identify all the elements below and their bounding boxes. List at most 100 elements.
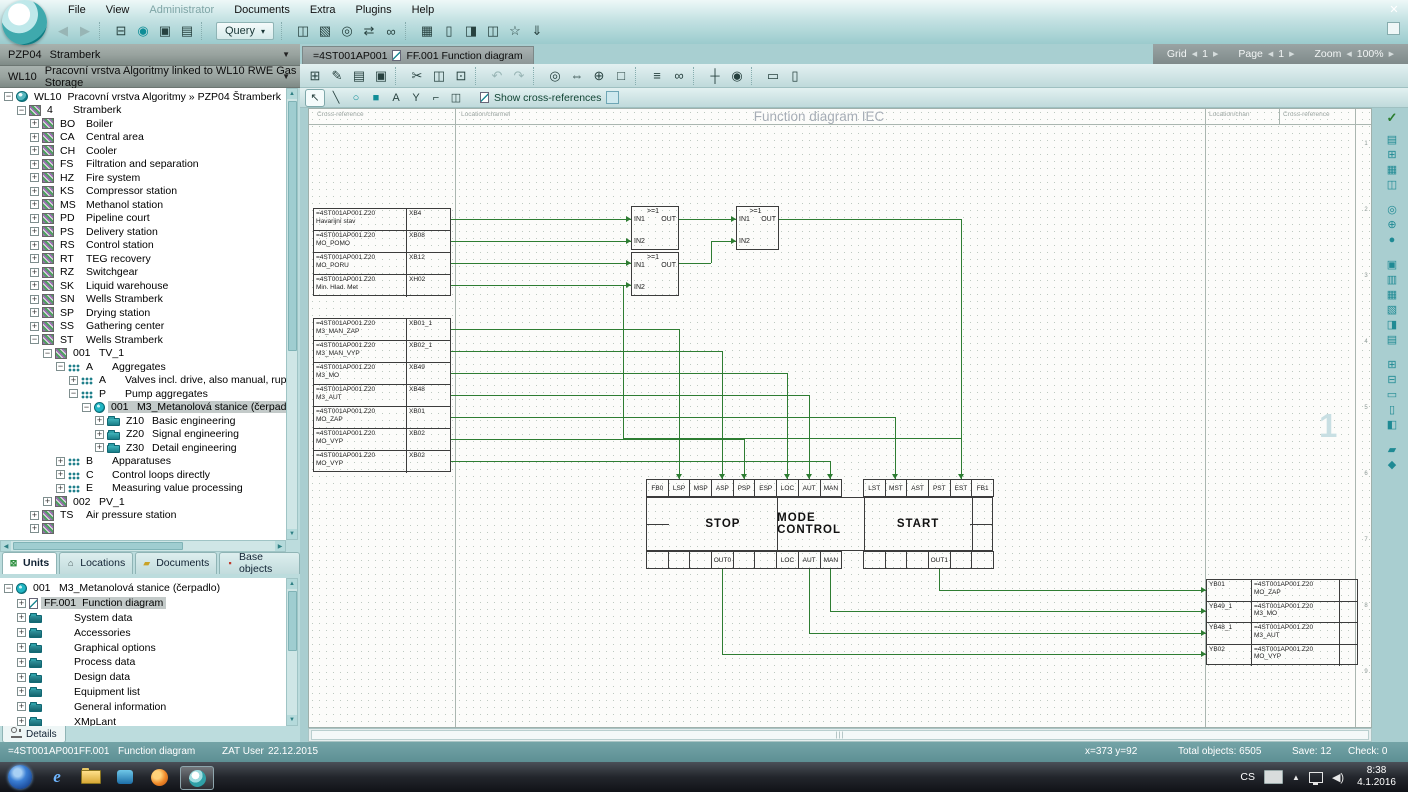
units-tree-item-z20[interactable]: +Z20Signal engineering	[0, 428, 286, 442]
side-plus-icon[interactable]: ⊞	[1384, 357, 1401, 372]
expand-icon[interactable]: +	[30, 322, 39, 331]
layers-tool-icon[interactable]: ◫	[447, 90, 465, 106]
expand-icon[interactable]: +	[30, 133, 39, 142]
taskbar-explorer-icon[interactable]	[78, 766, 104, 788]
document-tree-item-accessories[interactable]: +Accessories	[0, 625, 286, 640]
export-icon[interactable]: ⇓	[527, 21, 547, 41]
query-button[interactable]: Query▾	[216, 22, 274, 40]
clock[interactable]: 8:38 4.1.2016	[1357, 765, 1396, 789]
expand-icon[interactable]: +	[30, 254, 39, 263]
document-tree-scrollbar[interactable]: ▲▼	[286, 578, 298, 726]
side-diamond-icon[interactable]: ◆	[1384, 457, 1401, 472]
move-icon[interactable]: ┼	[705, 66, 725, 86]
menu-administrator[interactable]: Administrator	[141, 3, 222, 18]
connector-tool-icon[interactable]: Y	[407, 90, 425, 106]
globe-icon[interactable]: ◉	[133, 21, 153, 41]
output-signal-block[interactable]: YB01=4ST001AP001.Z20MO_ZAPYB49_1=4ST001A…	[1206, 579, 1358, 665]
pointer-tool-icon[interactable]: ↖	[305, 89, 325, 107]
units-tree-scrollbar[interactable]: ▲▼	[286, 88, 298, 540]
expand-icon[interactable]: +	[30, 214, 39, 223]
paste-icon[interactable]: ⊡	[451, 66, 471, 86]
units-tree-item-rt[interactable]: +RTTEG recovery	[0, 252, 286, 266]
copy-objects-icon[interactable]: ◫	[293, 21, 313, 41]
document-tree-item-ff001[interactable]: +FF.001Function diagram	[0, 596, 286, 611]
page-next-icon[interactable]: ▶	[1289, 50, 1294, 58]
scroll-right-icon[interactable]: ▶	[275, 541, 285, 551]
expand-icon[interactable]: +	[17, 613, 26, 622]
units-tree-item-4[interactable]: −4Stramberk	[0, 104, 286, 118]
language-indicator[interactable]: CS	[1240, 771, 1255, 783]
units-tree-item-st[interactable]: −STWells Stramberk	[0, 333, 286, 347]
canvas-horizontal-scrollbar[interactable]: |||	[308, 728, 1372, 742]
side-wide-icon[interactable]: ▭	[1384, 387, 1401, 402]
units-tree-item-pd[interactable]: +PDPipeline court	[0, 212, 286, 226]
page-setup-icon[interactable]: ≡	[647, 66, 667, 86]
columns-icon[interactable]: ◫	[483, 21, 503, 41]
function-block[interactable]: FB0LSPMSPASPPSPESPLOCAUTMANLSTMSTASTPSTE…	[646, 479, 993, 569]
side-target-icon[interactable]: ⊕	[1384, 217, 1401, 232]
side-tall-icon[interactable]: ▯	[1384, 402, 1401, 417]
menu-file[interactable]: File	[60, 3, 94, 18]
expand-icon[interactable]: +	[43, 497, 52, 506]
side-list-icon[interactable]: ▥	[1384, 272, 1401, 287]
scroll-left-icon[interactable]: ◀	[1, 541, 11, 551]
document-tree-item-process[interactable]: +Process data	[0, 655, 286, 670]
tab-units[interactable]: ⊠Units	[2, 552, 57, 574]
units-tree-item-ts[interactable]: +TSAir pressure station	[0, 509, 286, 523]
expand-icon[interactable]: +	[95, 443, 104, 452]
units-tree-item-e[interactable]: +EMeasuring value processing	[0, 482, 286, 496]
keyboard-layout-icon[interactable]	[1264, 770, 1283, 784]
expand-icon[interactable]: +	[56, 484, 65, 493]
expand-icon[interactable]: +	[30, 295, 39, 304]
page-previous-icon[interactable]: ◀	[1268, 50, 1273, 58]
show-cross-references-checkbox[interactable]	[606, 91, 619, 104]
scroll-up-icon[interactable]: ▲	[287, 579, 297, 589]
collapse-icon[interactable]: −	[17, 106, 26, 115]
expand-icon[interactable]: +	[30, 511, 39, 520]
side-point-icon[interactable]: ●	[1384, 232, 1401, 247]
check-icon[interactable]: ✓	[1387, 110, 1398, 126]
expand-icon[interactable]: +	[30, 187, 39, 196]
ellipse-tool-icon[interactable]: ○	[347, 90, 365, 106]
units-tree-item-ks[interactable]: +KSCompressor station	[0, 185, 286, 199]
collapse-icon[interactable]: −	[82, 403, 91, 412]
units-tree-item-ca[interactable]: +CACentral area	[0, 131, 286, 145]
expand-icon[interactable]: +	[17, 673, 26, 682]
expand-icon[interactable]: +	[30, 227, 39, 236]
units-tree-item-z10[interactable]: +Z10Basic engineering	[0, 414, 286, 428]
units-tree-item-rs[interactable]: +RSControl station	[0, 239, 286, 253]
rectangle-tool-icon[interactable]: ■	[367, 90, 385, 106]
or-gate-1[interactable]: >=1IN1IN2OUT	[631, 206, 679, 250]
copy-icon[interactable]: ◫	[429, 66, 449, 86]
volume-icon[interactable]: ◀)	[1332, 771, 1344, 784]
expand-icon[interactable]: +	[17, 643, 26, 652]
expand-icon[interactable]: +	[30, 241, 39, 250]
expand-icon[interactable]: +	[30, 281, 39, 290]
zoom-window-icon[interactable]: □	[611, 66, 631, 86]
document-tree-item-xmplant[interactable]: +XMpLant	[0, 714, 286, 726]
import-page-icon[interactable]: ▯	[785, 66, 805, 86]
units-tree-item-ms[interactable]: +MSMethanol station	[0, 198, 286, 212]
document-tree-item-general[interactable]: +General information	[0, 699, 286, 714]
document-tree-item-equipment[interactable]: +Equipment list	[0, 685, 286, 700]
units-tree-item-rz[interactable]: +RZSwitchgear	[0, 266, 286, 280]
taskbar-ie-icon[interactable]: e	[44, 766, 70, 788]
view-eye-icon[interactable]: ◉	[727, 66, 747, 86]
menu-help[interactable]: Help	[404, 3, 443, 18]
menu-extra[interactable]: Extra	[302, 3, 344, 18]
grid-decrease-icon[interactable]: ◀	[1192, 50, 1197, 58]
taskbar-engineering-base-icon[interactable]	[180, 766, 214, 790]
expand-icon[interactable]: +	[17, 687, 26, 696]
menu-plugins[interactable]: Plugins	[348, 3, 400, 18]
scrollbar-thumb[interactable]	[288, 101, 297, 351]
print-icon[interactable]: ▤	[177, 21, 197, 41]
export-page-icon[interactable]: ▭	[763, 66, 783, 86]
new-drawing-icon[interactable]: ⊞	[305, 66, 325, 86]
zoom-out-icon[interactable]: ◀	[1346, 50, 1351, 58]
units-tree-item-sp[interactable]: +SPDrying station	[0, 306, 286, 320]
network-icon[interactable]	[1309, 772, 1323, 783]
close-icon[interactable]: ✕	[1386, 2, 1402, 16]
units-tree-item-sk[interactable]: +SKLiquid warehouse	[0, 279, 286, 293]
menu-view[interactable]: View	[98, 3, 138, 18]
document-tree-item-graphical[interactable]: +Graphical options	[0, 640, 286, 655]
